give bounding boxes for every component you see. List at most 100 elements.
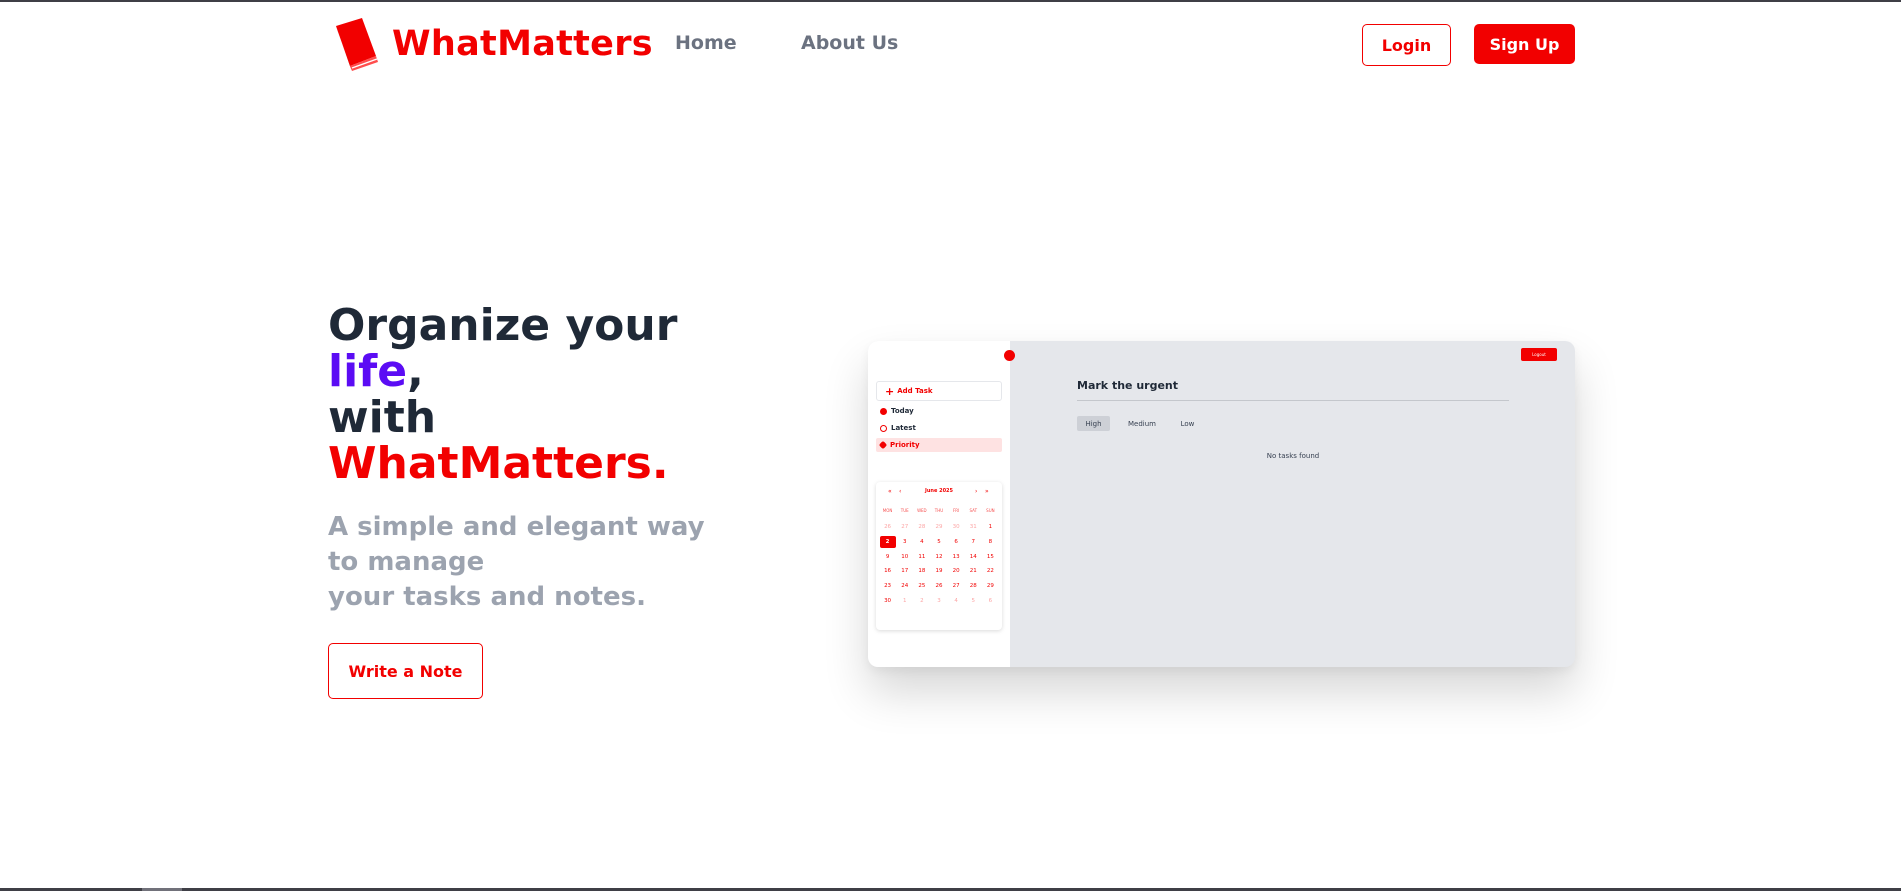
preview-calendar-day: 24 (896, 583, 913, 589)
preview-calendar-day: 19 (930, 568, 947, 574)
preview-empty-state: No tasks found (1266, 452, 1320, 460)
preview-calendar-day: 28 (965, 583, 982, 589)
preview-calendar-month: June 2025 (924, 488, 954, 494)
preview-calendar-day: 27 (896, 524, 913, 530)
preview-calendar-day-label: 20 (952, 568, 960, 575)
preview-calendar-day: 6 (948, 539, 965, 545)
hero-heading: Organize your life, with WhatMatters. (328, 303, 677, 487)
preview-calendar-day-label: 10 (901, 553, 909, 560)
preview-calendar-day: 3 (930, 598, 947, 604)
preview-tab-medium: Medium (1128, 419, 1156, 428)
preview-calendar-day: 15 (982, 554, 999, 560)
preview-nav-priority-label: Priority (890, 441, 920, 449)
preview-calendar-day: 21 (965, 568, 982, 574)
nav-about-us[interactable]: About Us (801, 32, 898, 54)
today-icon (880, 407, 887, 415)
preview-calendar: « ‹ June 2025 › » MON TUE WED THU FRI SAT SUN … (876, 482, 1002, 630)
preview-calendar-day: 7 (965, 539, 982, 545)
preview-calendar-day: 16 (879, 568, 896, 574)
hero-highlight-life: life (328, 346, 408, 397)
priority-tag-icon (878, 440, 888, 450)
preview-sidebar: + Add Task Today Latest Priority « ‹ Jun… (868, 341, 1010, 667)
preview-calendar-day-label: 4 (920, 539, 924, 546)
write-a-note-button[interactable]: Write a Note (328, 643, 483, 699)
preview-tab-high: High (1077, 416, 1110, 431)
preview-calendar-day: 12 (930, 554, 947, 560)
preview-calendar-day-label: 18 (918, 568, 926, 575)
hero-comma: , (407, 346, 424, 397)
preview-calendar-day: 5 (930, 539, 947, 545)
preview-calendar-days: 26 27 28 29 30 31 1 2 3 4 5 6 7 8 9 10 11 12 13 14 15 16 17 18 1… (879, 520, 999, 608)
preview-calendar-day-label: 3 (902, 539, 907, 546)
preview-nav-priority: Priority (876, 438, 1002, 452)
preview-calendar-day-label: 22 (986, 568, 994, 575)
preview-calendar-day-label: 16 (884, 568, 892, 575)
preview-calendar-day-label: 2 (879, 536, 896, 549)
preview-calendar-day-label: 17 (901, 568, 909, 575)
site-header: WhatMatters Home About Us Login Sign Up (0, 2, 1901, 82)
preview-calendar-day: 22 (982, 568, 999, 574)
preview-calendar-day-label: 27 (901, 524, 909, 531)
hero-subtitle-line-1: A simple and elegant way (328, 512, 705, 542)
preview-calendar-day-label: 8 (988, 539, 993, 546)
hero-subtitle: A simple and elegant way to manage your … (328, 510, 708, 615)
preview-calendar-weekday: WED (917, 508, 927, 513)
brand-logo[interactable]: WhatMatters (330, 16, 653, 72)
preview-calendar-day: 5 (965, 598, 982, 604)
preview-calendar-day-label: 19 (935, 568, 943, 575)
preview-nav-today: Today (876, 404, 1002, 418)
preview-calendar-day: 14 (965, 554, 982, 560)
preview-calendar-day-label: 6 (988, 597, 993, 604)
preview-calendar-day-label: 13 (952, 553, 960, 560)
preview-calendar-day: 29 (930, 524, 947, 530)
preview-calendar-day: 9 (879, 554, 896, 560)
preview-calendar-day-label: 25 (918, 583, 926, 590)
preview-calendar-day: 28 (913, 524, 930, 530)
preview-tab-low: Low (1180, 419, 1195, 428)
sign-up-button[interactable]: Sign Up (1474, 24, 1575, 64)
brand-name: WhatMatters (392, 24, 653, 64)
preview-calendar-day-label: 28 (969, 583, 977, 590)
preview-calendar-day-label: 12 (935, 553, 943, 560)
preview-calendar-day: 17 (896, 568, 913, 574)
hero-subtitle-line-3: your tasks and notes. (328, 582, 646, 612)
preview-calendar-weekday: FRI (953, 508, 960, 513)
preview-calendar-day: 11 (913, 554, 930, 560)
preview-calendar-day: 26 (930, 583, 947, 589)
preview-calendar-day-label: 1 (988, 524, 993, 531)
preview-calendar-day: 25 (913, 583, 930, 589)
plus-icon: + (885, 384, 895, 398)
preview-calendar-day: 20 (948, 568, 965, 574)
preview-calendar-weekdays: MON TUE WED THU FRI SAT SUN (879, 508, 999, 513)
login-button[interactable]: Login (1362, 24, 1451, 66)
preview-calendar-day-label: 15 (986, 553, 994, 560)
preview-calendar-day-label: 24 (901, 583, 909, 590)
preview-calendar-day-label: 3 (937, 597, 941, 604)
preview-calendar-day-label: 11 (918, 553, 926, 560)
hero-brand-line: WhatMatters. (328, 438, 669, 489)
preview-calendar-day-label: 7 (971, 539, 976, 546)
preview-calendar-day-label: 1 (902, 597, 907, 604)
preview-nav-latest-label: Latest (891, 424, 916, 432)
nav-home[interactable]: Home (675, 32, 737, 54)
preview-calendar-day: 26 (879, 524, 896, 530)
preview-logout-button: Logout (1521, 348, 1557, 361)
preview-calendar-day-label: 30 (952, 524, 960, 531)
preview-calendar-weekday: SAT (969, 508, 978, 513)
preview-calendar-day: 4 (948, 598, 965, 604)
preview-calendar-day-label: 28 (918, 524, 926, 531)
hero-subtitle-line-2: to manage (328, 547, 485, 577)
preview-calendar-day: 27 (948, 583, 965, 589)
preview-calendar-day-label: 9 (885, 553, 890, 560)
preview-divider (1077, 400, 1509, 401)
preview-calendar-day: 1 (896, 598, 913, 604)
preview-calendar-weekday: TUE (900, 508, 909, 513)
preview-calendar-day-label: 6 (954, 539, 958, 546)
preview-calendar-day: 4 (913, 539, 930, 545)
preview-calendar-day: 30 (879, 598, 896, 604)
preview-nav-latest: Latest (876, 421, 1002, 435)
preview-calendar-header: « ‹ June 2025 › » (876, 487, 1002, 497)
preview-calendar-day-label: 27 (952, 583, 960, 590)
preview-calendar-day-label: 29 (935, 524, 943, 531)
preview-calendar-day: 3 (896, 539, 913, 545)
